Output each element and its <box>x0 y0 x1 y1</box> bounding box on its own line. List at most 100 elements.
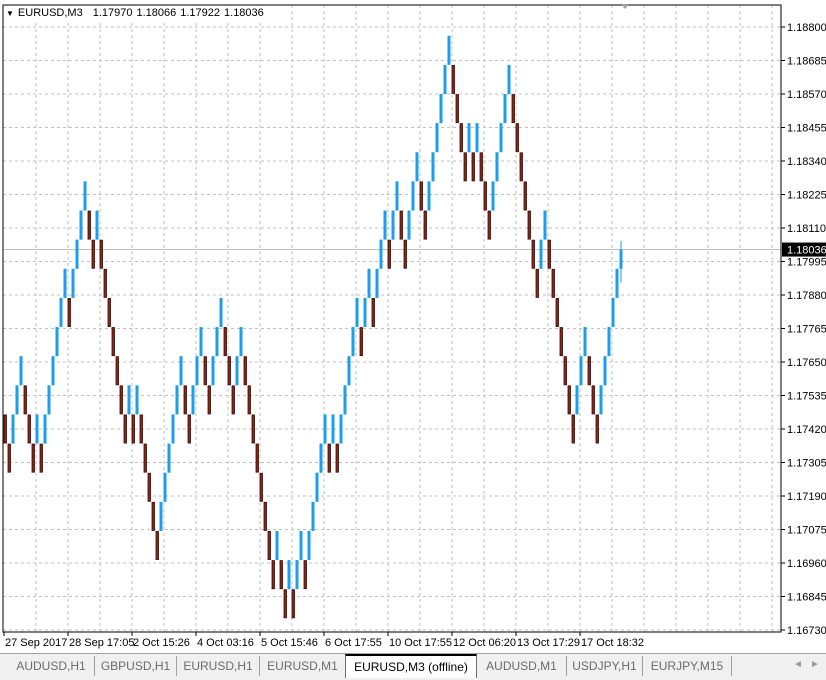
tab-audusd-h1[interactable]: AUDUSD,H1 <box>8 656 95 676</box>
renko-brick-down <box>531 239 535 269</box>
tab-eurusd-h1[interactable]: EURUSD,H1 <box>177 656 260 676</box>
renko-brick-up <box>407 210 411 240</box>
y-tick-label: 1.17765 <box>787 324 826 336</box>
renko-brick-up <box>175 385 179 415</box>
y-tick-label: 1.18110 <box>787 223 826 235</box>
renko-brick-up <box>199 327 203 357</box>
renko-brick-up <box>95 210 99 240</box>
tab-audusd-m1[interactable]: AUDUSD,M1 <box>477 656 567 676</box>
renko-brick-down <box>155 531 159 560</box>
renko-brick-up <box>167 443 171 473</box>
renko-brick-down <box>131 414 135 444</box>
renko-brick-up <box>295 560 299 590</box>
renko-brick-up <box>15 385 19 415</box>
renko-brick-down <box>387 239 391 269</box>
scroll-right-icon[interactable]: ► <box>810 659 820 670</box>
scroll-left-icon[interactable]: ◄ <box>793 659 803 670</box>
renko-brick-up <box>43 414 47 444</box>
renko-brick-down <box>587 356 591 386</box>
renko-brick-down <box>31 443 35 473</box>
renko-brick-up <box>615 268 619 298</box>
renko-brick-down <box>279 560 283 590</box>
renko-brick-up <box>215 327 219 357</box>
renko-brick-down <box>231 385 235 415</box>
renko-brick-up <box>331 414 335 444</box>
renko-brick-up <box>431 152 435 182</box>
chart-area[interactable]: 1.18800 1.18685 1.18570 1.18455 1.18340 1.182… <box>0 0 826 652</box>
renko-brick-up <box>11 414 15 444</box>
renko-brick-up <box>375 268 379 298</box>
renko-brick-down <box>99 239 103 269</box>
y-tick-label: 1.17420 <box>787 424 826 436</box>
renko-brick-down <box>3 414 7 444</box>
renko-brick-down <box>259 472 263 502</box>
y-tick-label: 1.18455 <box>787 123 826 135</box>
y-tick-label: 1.18685 <box>787 56 826 68</box>
y-tick-label: 1.17535 <box>787 391 826 403</box>
renko-brick-up <box>443 64 447 94</box>
renko-brick-down <box>487 210 491 240</box>
renko-brick-down <box>555 298 559 327</box>
x-tick-label: 2 Oct 15:26 <box>133 637 190 649</box>
x-tick-label: 10 Oct 17:55 <box>389 637 452 649</box>
renko-brick-down <box>523 181 527 211</box>
renko-brick-up <box>499 123 503 153</box>
renko-brick-down <box>571 414 575 444</box>
renko-brick-down <box>519 152 523 182</box>
renko-brick-down <box>103 268 107 298</box>
chart-shift-marker-icon <box>621 4 629 9</box>
renko-brick-up <box>275 530 279 561</box>
renko-brick-up <box>427 181 431 211</box>
tab-eurjpy-m15[interactable]: EURJPY,M15 <box>643 656 732 676</box>
renko-brick-up <box>575 385 579 415</box>
tab-gbpusd-h1[interactable]: GBPUSD,H1 <box>95 656 177 676</box>
renko-brick-up <box>35 414 39 444</box>
renko-brick-down <box>243 356 247 386</box>
renko-brick-up <box>339 414 343 444</box>
renko-brick-down <box>123 414 127 444</box>
renko-brick-up <box>159 501 163 531</box>
renko-brick-up <box>543 210 547 240</box>
renko-brick-down <box>559 327 563 357</box>
renko-brick-down <box>567 385 571 415</box>
renko-brick-up <box>299 530 303 561</box>
renko-brick-down <box>371 298 375 327</box>
renko-brick-down <box>527 210 531 240</box>
renko-brick-up <box>583 327 587 357</box>
renko-brick-up <box>235 356 239 386</box>
renko-brick-up <box>135 385 139 415</box>
renko-brick-up <box>51 356 55 386</box>
renko-brick-up <box>347 356 351 386</box>
open-value: 1.17970 <box>92 7 133 19</box>
x-tick-label: 6 Oct 17:55 <box>325 637 382 649</box>
renko-brick-up <box>435 123 439 153</box>
y-tick-label: 1.17075 <box>787 525 826 537</box>
renko-brick-up <box>63 268 67 298</box>
renko-brick-down <box>471 152 475 182</box>
tab-eurusd-m3-offline[interactable]: EURUSD,M3 (offline) <box>345 654 477 678</box>
renko-brick-up <box>467 123 471 153</box>
renko-brick-up <box>395 181 399 211</box>
renko-brick-down <box>139 414 143 444</box>
renko-brick-up <box>391 210 395 240</box>
x-tick-label: 28 Sep 17:05 <box>69 637 134 649</box>
renko-brick-up <box>503 94 507 124</box>
renko-brick-down <box>283 589 287 619</box>
renko-brick-down <box>419 181 423 211</box>
renko-brick-down <box>119 385 123 415</box>
renko-brick-down <box>335 443 339 473</box>
tab-usdjpy-h1[interactable]: USDJPY,H1 <box>567 656 643 676</box>
current-price-label: 1.18036 <box>787 245 826 257</box>
renko-brick-up <box>475 123 479 153</box>
renko-brick-up <box>47 385 51 415</box>
renko-brick-up <box>579 356 583 386</box>
y-tick-label: 1.16845 <box>787 592 826 604</box>
renko-brick-up <box>219 297 223 328</box>
collapse-triangle-icon[interactable]: ▼ <box>6 9 14 18</box>
x-tick-label: 12 Oct 06:20 <box>453 637 516 649</box>
tab-eurusd-m1[interactable]: EURUSD,M1 <box>260 656 345 676</box>
y-tick-label: 1.17995 <box>787 257 826 269</box>
renko-brick-up <box>55 327 59 357</box>
renko-brick-up <box>539 239 543 269</box>
renko-brick-down <box>111 327 115 357</box>
